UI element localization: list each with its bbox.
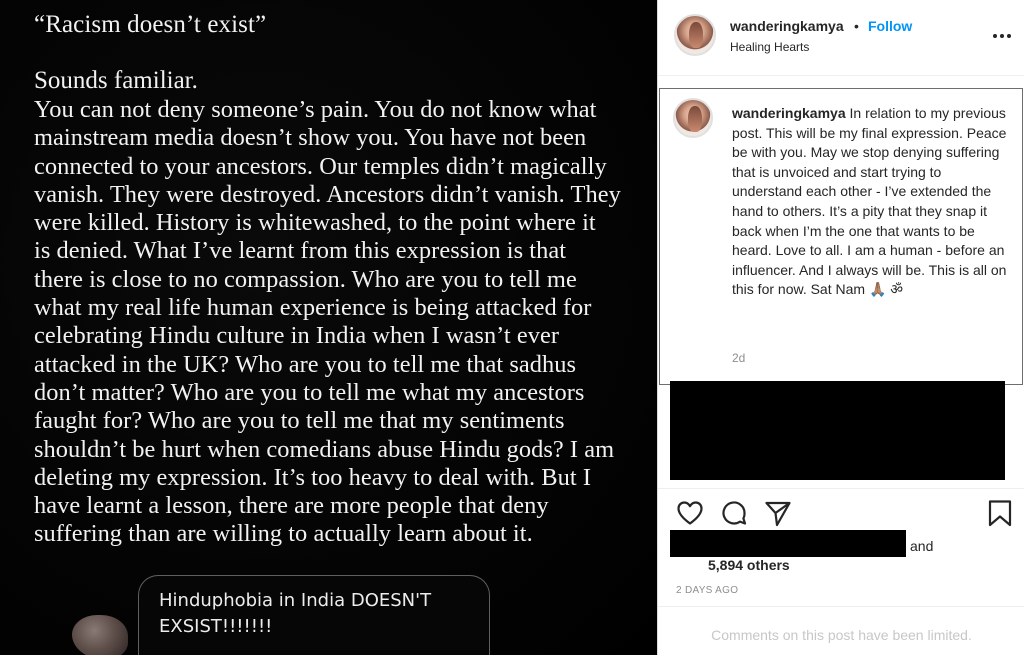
likes-others-link[interactable]: 5,894 others <box>708 557 790 573</box>
separator-dot: • <box>854 18 859 34</box>
redacted-liker-names <box>670 530 906 557</box>
image-lead-line: Sounds familiar. <box>34 67 198 94</box>
post-image[interactable]: “Racism doesn’t exist” Sounds familiar. … <box>0 0 657 655</box>
image-text-line: suffering than are willing to actually l… <box>34 520 533 548</box>
caption-timestamp[interactable]: 2d <box>732 351 745 365</box>
image-text-line: don’t matter? Who are you to tell me wha… <box>34 378 585 406</box>
image-text-line: faught for? Who are you to tell me that … <box>34 407 565 435</box>
image-text-line: attacked in the UK? Who are you to tell … <box>34 350 577 378</box>
redacted-region <box>670 381 1005 480</box>
comments-limited-notice: Comments on this post have been limited. <box>711 627 972 643</box>
avatar[interactable] <box>674 14 716 56</box>
image-text-line: mainstream media doesn’t show you. You h… <box>34 124 587 152</box>
action-bar <box>658 494 1024 534</box>
caption-body: In relation to my previous post. This wi… <box>732 105 1007 298</box>
post-date[interactable]: 2 DAYS AGO <box>676 585 738 596</box>
image-text-line: vanish. They were destroyed. Ancestors d… <box>34 180 621 208</box>
image-text-line: were killed. History is whitewashed, to … <box>34 209 596 237</box>
caption-username-link[interactable]: wanderingkamya <box>732 105 846 121</box>
image-quote-title: “Racism doesn’t exist” <box>34 11 267 38</box>
bookmark-icon[interactable] <box>985 498 1015 528</box>
username-link[interactable]: wanderingkamya <box>730 18 844 34</box>
image-text-line: shouldn’t be hurt when comedians abuse H… <box>34 435 615 463</box>
comment-icon[interactable] <box>719 498 749 528</box>
location-link[interactable]: Healing Hearts <box>730 40 809 54</box>
follow-button[interactable]: Follow <box>868 18 912 34</box>
image-text-line: connected to your ancestors. Our temples… <box>34 152 607 180</box>
likes-and-text: and <box>910 538 934 554</box>
share-icon[interactable] <box>763 498 793 528</box>
image-body-text: You can not deny someone’s pain. You do … <box>34 96 654 549</box>
post-details-panel: wanderingkamya • Follow Healing Hearts w… <box>657 0 1024 655</box>
caption-text-block: wanderingkamya In relation to my previou… <box>732 104 1008 300</box>
image-text-line: is denied. What I’ve learnt from this ex… <box>34 237 567 265</box>
image-text-line: there is close to no compassion. Who are… <box>34 265 577 293</box>
sticker-text: Hinduphobia in India DOESN'T EXSIST!!!!!… <box>159 590 432 637</box>
image-text-line: celebrating Hindu culture in India when … <box>34 322 560 350</box>
caption-avatar[interactable] <box>673 98 713 138</box>
heart-icon[interactable] <box>675 498 705 528</box>
section-divider <box>658 606 1024 607</box>
emoji-sticker-fragment <box>72 615 128 655</box>
image-text-line: You can not deny someone’s pain. You do … <box>34 96 597 123</box>
image-text-line: have learnt a lesson, there are more peo… <box>34 492 549 520</box>
likes-summary: and 5,894 others <box>670 530 1020 576</box>
more-options-icon[interactable] <box>991 27 1013 45</box>
image-text-line: what my real life human experience is be… <box>34 294 592 322</box>
caption-comment: wanderingkamya In relation to my previou… <box>659 88 1023 385</box>
quoted-comment-sticker: Hinduphobia in India DOESN'T EXSIST!!!!!… <box>138 575 490 655</box>
image-text-line: deleting my expression. It’s too heavy t… <box>34 463 592 491</box>
post-header: wanderingkamya • Follow Healing Hearts <box>658 0 1024 76</box>
section-divider <box>658 488 1024 489</box>
